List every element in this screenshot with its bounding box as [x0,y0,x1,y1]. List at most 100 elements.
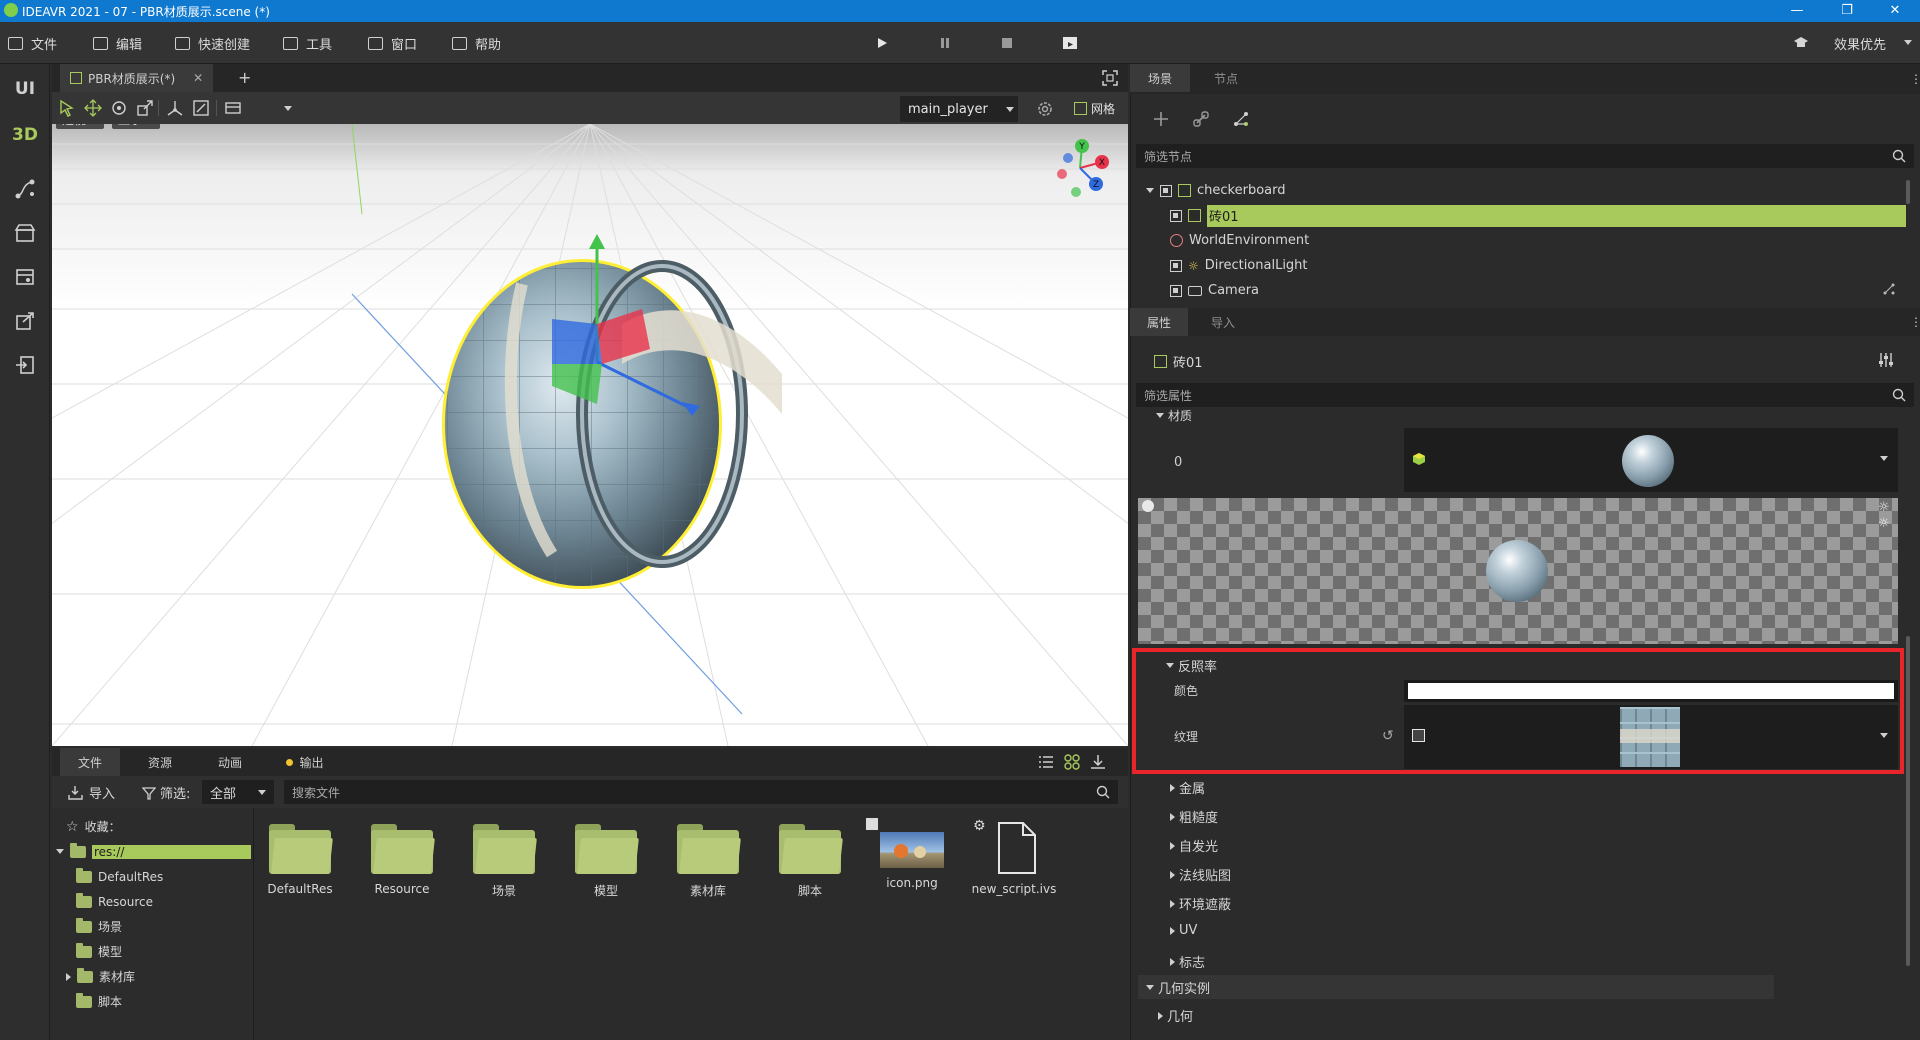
color-picker[interactable] [1404,680,1898,702]
grid-view-icon[interactable] [1064,754,1080,770]
tree-node-directional-light[interactable]: ☼ DirectionalLight [1136,253,1906,278]
tab-scene-file[interactable]: PBR材质展示(*) ✕ [60,64,214,92]
tree-item[interactable]: 场景 [52,914,253,939]
visibility-checkbox[interactable] [1170,259,1182,272]
file-item-folder[interactable]: 场景 [459,818,549,908]
file-item-folder[interactable]: Resource [357,818,447,908]
tree-item[interactable]: Resource [52,889,253,914]
media-icon[interactable] [0,258,50,296]
tree-node-camera[interactable]: Camera [1136,278,1906,303]
texture-slot[interactable] [1404,705,1898,769]
tab-import[interactable]: 导入 [1194,308,1252,336]
perspective-menu[interactable]: 透视 [56,124,105,129]
menu-tools[interactable]: 工具 [283,22,332,64]
3d-viewport[interactable]: 透视 显示 Y X Z [52,124,1128,746]
import-button[interactable]: 导入 [68,783,115,802]
3d-mode-button[interactable]: 3D [0,116,50,154]
chevron-down-icon[interactable] [1880,733,1888,738]
light-1-icon[interactable]: ☼ [1878,500,1890,515]
file-item-folder[interactable]: DefaultRes [255,818,345,908]
menu-edit[interactable]: 编辑 [93,22,142,64]
tab-scene[interactable]: 场景 [1130,64,1190,92]
property-filter-input[interactable]: 筛选属性 [1136,383,1914,407]
fullscreen-icon[interactable] [1102,70,1118,86]
layout-dropdown-icon[interactable] [284,106,292,111]
move-icon[interactable] [84,99,102,117]
orientation-gizmo[interactable]: Y X Z [1048,136,1112,200]
light-2-icon[interactable]: ☼ [1878,516,1890,531]
graduation-icon[interactable] [1793,36,1809,50]
geometry-subsection[interactable]: 几何 [1158,1006,1193,1025]
close-tab-icon[interactable]: ✕ [193,71,203,85]
normal-map-section[interactable]: 法线贴图 [1170,865,1231,884]
more-icon[interactable]: ⋮ [1910,315,1920,329]
emission-section[interactable]: 自发光 [1170,836,1218,855]
rotate-icon[interactable] [110,99,128,117]
tab-resources[interactable]: 资源 [130,748,190,776]
file-item-script[interactable]: ⚙ new_script.ivs [969,818,1059,908]
node-tree-icon[interactable] [1232,110,1250,128]
tree-item[interactable]: 模型 [52,939,253,964]
tab-files[interactable]: 文件 [60,748,120,776]
add-node-icon[interactable] [1152,110,1170,128]
chevron-down-icon[interactable] [1904,40,1912,45]
property-scrollbar[interactable] [1906,636,1910,966]
tree-item[interactable]: 脚本 [52,989,253,1014]
ui-mode-button[interactable]: UI [0,70,50,108]
menu-help[interactable]: 帮助 [452,22,501,64]
path-icon[interactable] [0,170,50,208]
store-icon[interactable] [0,214,50,252]
pause-icon[interactable] [933,32,957,54]
scene-tree-scrollbar[interactable] [1906,180,1910,204]
menu-quick-create[interactable]: 快速创建 [175,22,250,64]
tree-node-world-environment[interactable]: WorldEnvironment [1136,228,1906,253]
more-icon[interactable]: ⋮ [1910,72,1920,86]
stop-icon[interactable] [995,32,1019,54]
scale-icon[interactable] [136,99,154,117]
tree-node-checkerboard[interactable]: checkerboard [1136,178,1906,203]
uv-section[interactable]: UV [1170,923,1197,938]
tab-properties[interactable]: 属性 [1130,308,1188,336]
pivot-icon[interactable] [166,99,184,117]
restore-icon[interactable]: ❐ [1824,0,1870,22]
minimize-icon[interactable]: — [1774,0,1820,22]
metallic-section[interactable]: 金属 [1170,778,1205,797]
play-icon[interactable] [870,32,894,54]
chevron-down-icon[interactable] [1880,456,1888,461]
settings-icon[interactable] [1036,100,1054,118]
file-item-folder[interactable]: 脚本 [765,818,855,908]
favorites-row[interactable]: ☆ 收藏： [52,814,253,839]
ambient-occlusion-section[interactable]: 环境遮蔽 [1170,894,1231,913]
resize-icon[interactable] [1882,282,1896,296]
tab-animation[interactable]: 动画 [200,748,260,776]
menu-file[interactable]: 文件 [8,22,57,64]
menu-window[interactable]: 窗口 [368,22,417,64]
preview-sphere-toggle-icon[interactable] [1142,500,1154,512]
tree-node-selected[interactable]: 砖01 [1136,203,1906,228]
albedo-section[interactable]: 反照率 [1166,656,1217,675]
export-icon[interactable] [0,302,50,340]
file-search-input[interactable]: 搜索文件 [284,780,1118,804]
file-item-folder[interactable]: 模型 [561,818,651,908]
material-section[interactable]: 材质 [1156,407,1192,424]
roughness-section[interactable]: 粗糙度 [1170,807,1218,826]
visibility-checkbox[interactable] [1170,209,1182,222]
link-icon[interactable] [1192,110,1210,128]
filter-select[interactable]: 全部 [202,780,274,804]
tree-item[interactable]: DefaultRes [52,864,253,889]
material-slot[interactable] [1404,428,1898,492]
clapper-icon[interactable] [1058,32,1082,54]
adjust-icon[interactable] [1878,352,1894,368]
select-icon[interactable] [58,99,76,117]
geometry-instance-section[interactable]: 几何实例 [1138,975,1774,999]
node-filter-input[interactable]: 筛选节点 [1136,144,1914,168]
grid-toggle[interactable]: 网格 [1074,100,1115,117]
file-item-image[interactable]: icon.png [866,818,957,908]
camera-select[interactable]: main_player [900,96,1018,122]
render-mode-label[interactable]: 效果优先 [1834,34,1886,53]
add-tab-button[interactable]: + [238,68,251,87]
list-view-icon[interactable] [1038,754,1054,770]
tree-item[interactable]: 素材库 [52,964,253,989]
snap-icon[interactable] [192,99,210,117]
layout-icon[interactable] [224,99,242,117]
